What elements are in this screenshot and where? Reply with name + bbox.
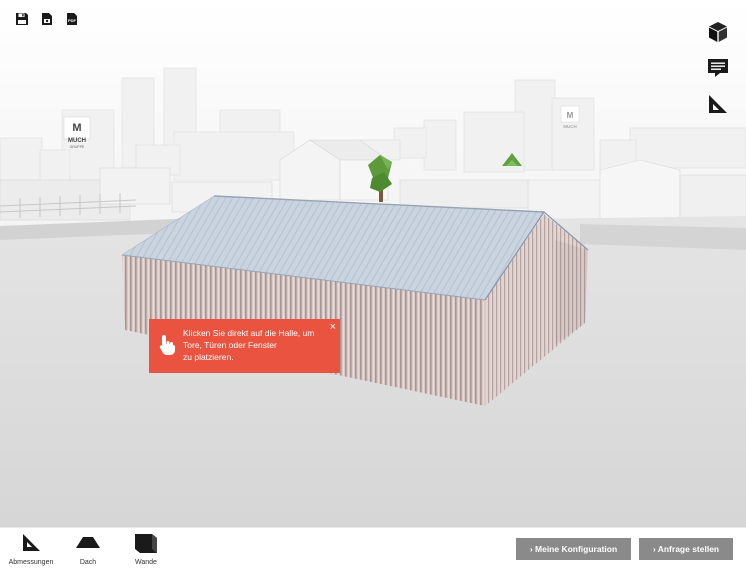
hint-tooltip: Klicken Sie direkt auf die Halle, um Tor…: [149, 319, 340, 373]
much-logo-right: M MUCH: [560, 105, 580, 129]
top-left-toolbar: PDF: [15, 12, 79, 26]
set-square-icon: [23, 534, 40, 551]
svg-text:MUCH: MUCH: [68, 138, 86, 144]
svg-text:PDF: PDF: [68, 18, 77, 23]
svg-text:M: M: [72, 122, 81, 134]
tab-abmessungen[interactable]: Abmessungen: [3, 532, 59, 566]
tab-label: Dach: [79, 559, 97, 566]
close-icon[interactable]: ×: [330, 321, 336, 333]
tab-label: Abmessungen: [8, 559, 54, 566]
tab-dach[interactable]: Dach: [60, 532, 116, 566]
pdf-icon[interactable]: PDF: [65, 12, 79, 26]
tab-wande[interactable]: Wande: [118, 532, 174, 566]
hand-pointer-icon: [159, 335, 175, 355]
3d-view-icon[interactable]: [706, 20, 730, 44]
svg-text:GRUPPE: GRUPPE: [70, 145, 85, 149]
tab-label: Wande: [135, 559, 157, 566]
roof-icon: [76, 537, 100, 548]
bottom-toolbar: Abmessungen Dach Wande › Meine Konfigura…: [0, 527, 746, 568]
top-right-toolbar: [706, 20, 730, 116]
svg-text:MUCH: MUCH: [563, 124, 577, 129]
request-button[interactable]: › Anfrage stellen: [639, 538, 733, 560]
measure-icon[interactable]: [706, 92, 730, 116]
3d-viewport[interactable]: M MUCH GRUPPE M MUCH PDF Klicken Sie dir…: [0, 0, 746, 527]
screenshot-icon[interactable]: [40, 12, 54, 26]
wall-icon: [135, 534, 157, 553]
hint-message: Klicken Sie direkt auf die Halle, um Tor…: [183, 328, 315, 362]
comment-icon[interactable]: [706, 56, 730, 80]
hall-3d-scene[interactable]: M MUCH GRUPPE M MUCH: [0, 0, 746, 527]
my-configuration-button[interactable]: › Meine Konfiguration: [516, 538, 631, 560]
svg-text:M: M: [567, 111, 574, 120]
save-icon[interactable]: [15, 12, 29, 26]
